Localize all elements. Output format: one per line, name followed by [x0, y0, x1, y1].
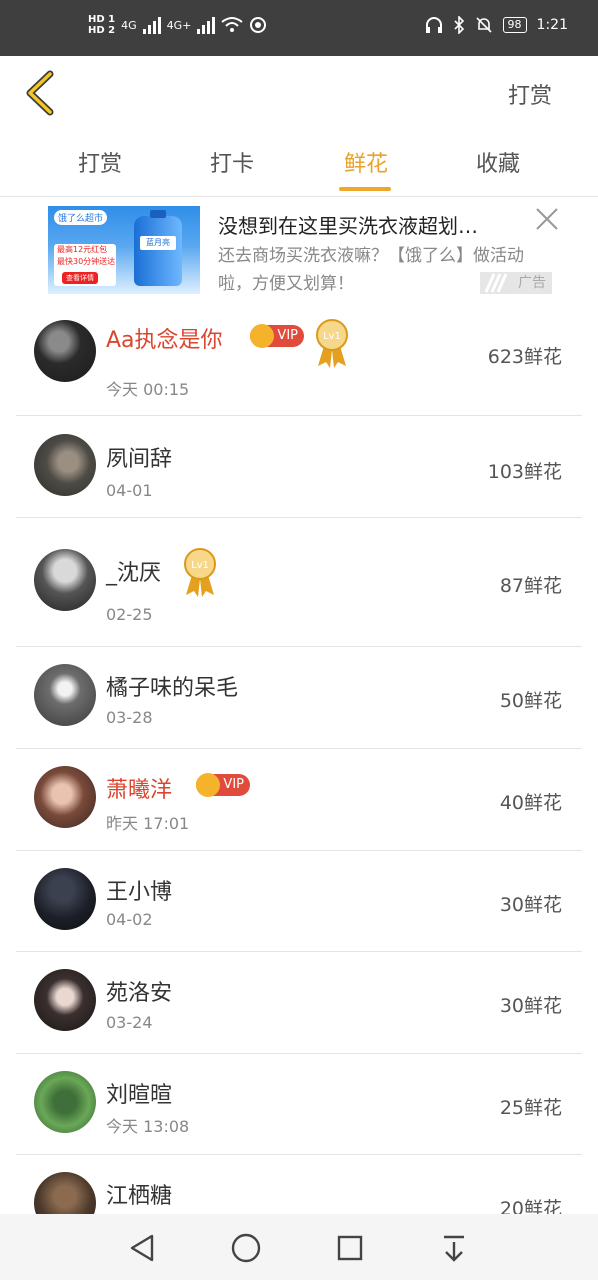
hd2-label: HD 2	[88, 25, 116, 36]
flower-count: 103鲜花	[487, 461, 562, 483]
ad-promo-line1: 最高12元红包	[57, 245, 108, 254]
close-icon[interactable]	[534, 206, 560, 232]
network-label-2: 4G+	[166, 18, 192, 32]
vip-label: VIP	[277, 328, 298, 343]
gift-date: 昨天 17:01	[106, 814, 190, 833]
status-left: HD 1 HD 2 4G 4G+	[88, 14, 267, 36]
gift-date: 今天 13:08	[106, 1117, 190, 1136]
user-name[interactable]: 夙间辞	[106, 441, 172, 473]
hd1-label: HD 1	[88, 14, 116, 25]
tab-checkin[interactable]: 打卡	[192, 146, 272, 178]
list-item[interactable]: _沈厌 Lv1 02-25 87鲜花	[16, 517, 582, 647]
status-bar: HD 1 HD 2 4G 4G+ 98 1:21	[0, 0, 598, 56]
mute-bell-icon	[475, 17, 492, 33]
user-name[interactable]: 江栖糖	[106, 1178, 172, 1210]
list-item[interactable]: 橘子味的呆毛 03-28 50鲜花	[16, 646, 582, 749]
vip-label: VIP	[223, 777, 244, 792]
chevron-left-icon[interactable]	[22, 70, 62, 116]
list-item[interactable]: 萧曦洋 VIP 昨天 17:01 40鲜花	[16, 748, 582, 851]
flower-count: 25鲜花	[499, 1097, 562, 1119]
wifi-icon	[221, 17, 244, 32]
header: 打赏	[0, 56, 598, 134]
ad-tag-label: 广告	[518, 275, 546, 291]
gift-date: 03-24	[106, 1013, 153, 1032]
signal-icon-2	[197, 16, 216, 34]
ad-image-button: 查看详情	[62, 272, 98, 284]
list-item[interactable]: 王小博 04-02 30鲜花	[16, 850, 582, 952]
reward-link[interactable]: 打赏	[508, 78, 552, 110]
active-tab-indicator	[339, 187, 391, 191]
user-name[interactable]: 橘子味的呆毛	[106, 670, 238, 702]
ad-promo-line2: 最快30分钟送达	[57, 257, 116, 266]
avatar[interactable]	[34, 320, 96, 382]
avatar[interactable]	[34, 868, 96, 930]
list-item[interactable]: Aa执念是你 VIP Lv1 今天 00:15 623鲜花	[16, 304, 582, 416]
ad-banner[interactable]: 饿了么超市 最高12元红包 最快30分钟送达 查看详情 蓝月亮 没想到在这里买洗…	[0, 196, 598, 304]
crown-icon	[250, 324, 274, 348]
download-arrow-icon[interactable]	[434, 1228, 474, 1268]
ad-image[interactable]: 饿了么超市 最高12元红包 最快30分钟送达 查看详情 蓝月亮	[48, 206, 200, 294]
crown-icon	[196, 773, 220, 797]
user-name[interactable]: 刘暄暄	[106, 1077, 172, 1109]
medal-icon: Lv1	[316, 319, 348, 368]
flower-count: 87鲜花	[499, 575, 562, 597]
medal-label: Lv1	[323, 331, 341, 342]
tab-reward[interactable]: 打赏	[60, 146, 140, 178]
user-name[interactable]: 萧曦洋	[106, 772, 172, 804]
signal-icon	[142, 16, 161, 34]
ad-stripes-icon	[484, 273, 508, 293]
gift-date: 02-25	[106, 605, 153, 624]
user-name[interactable]: 王小博	[106, 874, 172, 906]
tab-bar: 打赏 打卡 鲜花 收藏	[0, 134, 598, 197]
avatar[interactable]	[34, 766, 96, 828]
avatar[interactable]	[34, 969, 96, 1031]
flower-count: 623鲜花	[487, 346, 562, 368]
ad-brand-label: 饿了么超市	[54, 210, 108, 225]
tab-flowers[interactable]: 鲜花	[326, 146, 406, 178]
avatar[interactable]	[34, 434, 96, 496]
user-name[interactable]: _沈厌	[106, 555, 161, 587]
flower-count: 30鲜花	[499, 894, 562, 916]
list-item[interactable]: 刘暄暄 今天 13:08 25鲜花	[16, 1053, 582, 1155]
status-time: 1:21	[536, 17, 568, 33]
vip-badge: VIP	[196, 773, 250, 797]
bluetooth-icon	[453, 16, 464, 34]
gift-date: 今天 00:15	[106, 380, 190, 399]
hd-indicator: HD 1 HD 2	[88, 14, 115, 36]
gift-date: 04-02	[106, 910, 153, 929]
list-item[interactable]: 苑洛安 03-24 30鲜花	[16, 951, 582, 1054]
flower-count: 30鲜花	[499, 995, 562, 1017]
flower-count: 50鲜花	[499, 690, 562, 712]
flower-count: 40鲜花	[499, 792, 562, 814]
avatar[interactable]	[34, 664, 96, 726]
headphones-icon	[425, 17, 442, 33]
user-name[interactable]: Aa执念是你	[106, 322, 223, 354]
vip-badge: VIP	[250, 324, 304, 348]
back-triangle-icon[interactable]	[122, 1228, 162, 1268]
gift-date: 03-28	[106, 708, 153, 727]
home-circle-icon[interactable]	[226, 1228, 266, 1268]
ad-tag: 广告	[480, 272, 552, 294]
tab-favorites[interactable]: 收藏	[458, 146, 538, 178]
bottle-label: 蓝月亮	[140, 236, 176, 250]
medal-icon: Lv1	[184, 548, 216, 597]
medal-label: Lv1	[191, 560, 209, 571]
avatar[interactable]	[34, 1071, 96, 1133]
recents-square-icon[interactable]	[330, 1228, 370, 1268]
avatar[interactable]	[34, 549, 96, 611]
network-label-1: 4G	[121, 18, 137, 32]
system-nav-bar	[0, 1214, 598, 1280]
gift-date: 04-01	[106, 481, 153, 500]
detergent-bottle-icon: 蓝月亮	[134, 210, 182, 286]
sync-icon	[250, 17, 267, 33]
ad-title[interactable]: 没想到在这里买洗衣液超划…	[218, 210, 538, 239]
battery-indicator: 98	[502, 17, 527, 33]
user-name[interactable]: 苑洛安	[106, 975, 172, 1007]
status-right: 98 1:21	[425, 16, 568, 34]
list-item[interactable]: 夙间辞 04-01 103鲜花	[16, 415, 582, 518]
